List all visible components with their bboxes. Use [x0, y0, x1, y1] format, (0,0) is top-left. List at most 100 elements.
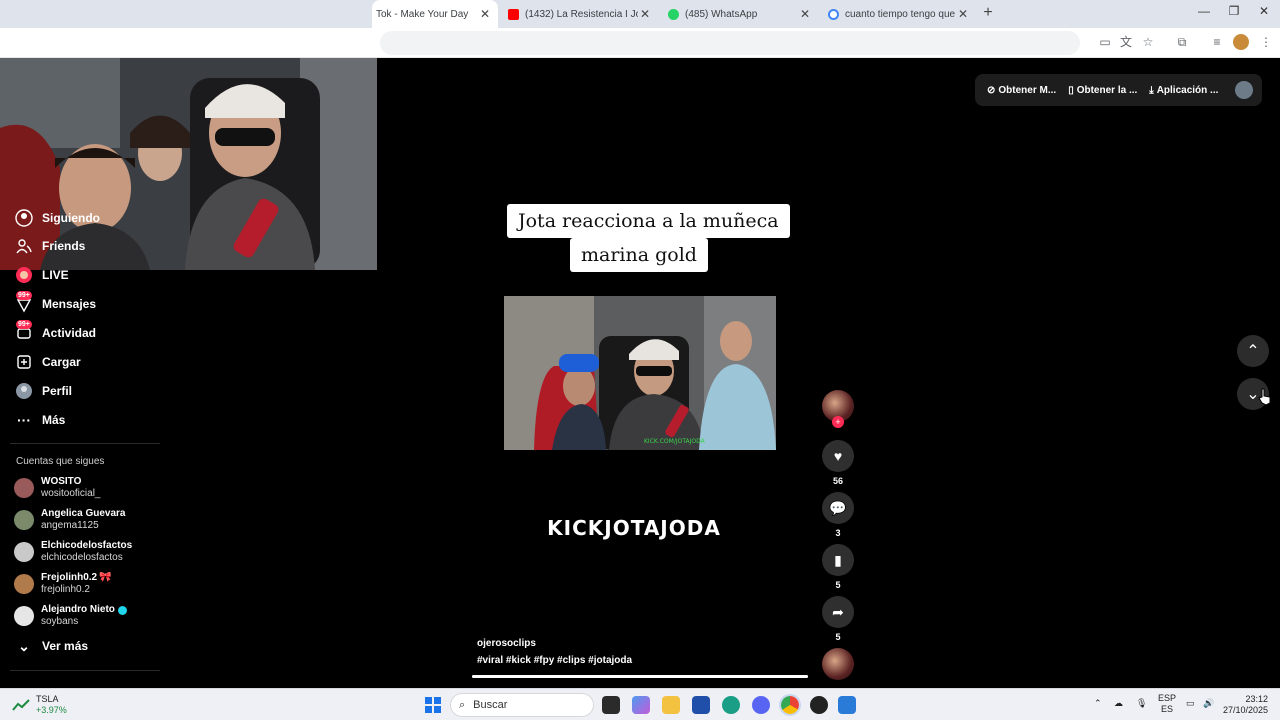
video-overlay-text: KICKJOTAJODA — [547, 516, 721, 540]
time: 23:12 — [1245, 694, 1268, 704]
see-more-label: Ver más — [42, 639, 89, 653]
like-button[interactable]: ♥ — [822, 440, 854, 472]
tab-whatsapp[interactable]: (485) WhatsApp ✕ — [660, 0, 818, 28]
previous-video-button[interactable]: ⌃ — [1237, 335, 1269, 367]
tab-tiktok[interactable]: Tok - Make Your Day ✕ — [372, 0, 498, 28]
caption-line-1: Jota reacciona a la muñeca — [507, 204, 790, 238]
discord-icon[interactable] — [752, 696, 770, 714]
sidebar-item-label: Más — [42, 413, 66, 427]
app-icon[interactable] — [838, 696, 856, 714]
video-thumbnail: KICK.COM/JOTAJODA — [504, 296, 776, 450]
search-box[interactable]: ⌕ Buscar — [450, 693, 594, 717]
cloud-icon[interactable]: ☁ — [1114, 698, 1123, 709]
close-icon[interactable]: ✕ — [798, 7, 812, 21]
tab-title: Tok - Make Your Day — [376, 8, 469, 20]
sidebar-item-siguiendo[interactable]: Siguiendo — [14, 207, 100, 229]
sidebar-item-cargar[interactable]: Cargar — [14, 351, 81, 373]
sidebar-item-perfil[interactable]: Perfil — [14, 380, 72, 402]
microphone-icon[interactable]: 🎙 — [1136, 698, 1147, 709]
sound-avatar[interactable] — [822, 648, 854, 680]
restore-icon[interactable]: ❐ — [1224, 4, 1244, 22]
followed-account[interactable]: Alejandro Nieto soybans — [14, 603, 127, 629]
video-progress-bar[interactable] — [472, 675, 808, 678]
chevron-up-icon[interactable]: ⌃ — [1094, 698, 1102, 709]
menu-icon[interactable]: ⋮ — [1258, 34, 1274, 50]
followed-account[interactable]: WOSITO wositooficial_ — [14, 475, 100, 501]
follow-plus-icon[interactable]: + — [832, 416, 844, 428]
save-count: 5 — [835, 580, 841, 590]
lang-top: ESP — [1158, 693, 1177, 703]
tab-google[interactable]: cuanto tiempo tengo que vivir ✕ — [820, 0, 976, 28]
account-name-text: Frejolinh0.2 — [41, 572, 98, 583]
sidebar-item-live[interactable]: LIVE — [14, 264, 69, 286]
close-icon[interactable]: ✕ — [478, 7, 492, 21]
divider — [10, 670, 160, 671]
account-name: Alejandro Nieto — [41, 604, 127, 616]
account-name: Frejolinh0.2 🎀 — [41, 572, 112, 584]
download-icon: ⤓ — [1149, 84, 1154, 96]
avatar[interactable] — [1235, 81, 1253, 99]
account-username: angema1125 — [41, 520, 99, 531]
obs-icon[interactable] — [810, 696, 828, 714]
video-player[interactable]: Jota reacciona a la muñeca marina gold K… — [472, 58, 808, 688]
sidebar-item-mensajes[interactable]: 99+ Mensajes — [14, 291, 97, 315]
plus-icon[interactable]: + — [980, 4, 996, 24]
store-icon[interactable] — [692, 696, 710, 714]
copilot-icon[interactable] — [632, 696, 650, 714]
share-button[interactable]: ➦ — [822, 596, 854, 628]
close-icon[interactable]: ✕ — [956, 7, 970, 21]
stock-widget[interactable]: TSLA +3.97% — [12, 694, 67, 716]
video-author[interactable]: ojerosoclips — [477, 638, 536, 649]
like-count: 56 — [832, 476, 843, 486]
edge-icon[interactable] — [722, 696, 740, 714]
clock[interactable]: 23:12 27/10/2025 — [1222, 694, 1268, 716]
comment-button[interactable]: 💬 — [822, 492, 854, 524]
sidebar-item-actividad[interactable]: 99+ Actividad — [14, 320, 97, 344]
sidebar-item-label: Actividad — [42, 326, 97, 340]
following-header: Cuentas que sigues — [16, 456, 105, 467]
media-icon[interactable]: ≡ — [1209, 34, 1225, 50]
profile-icon — [14, 381, 34, 401]
cast-icon[interactable]: ▭ — [1097, 34, 1113, 50]
close-icon[interactable]: ✕ — [638, 7, 652, 21]
date: 27/10/2025 — [1222, 705, 1268, 715]
top-actions-bar: ⊘ Obtener M... ▯ Obtener la ... ⤓ Aplicació… — [975, 74, 1262, 106]
close-window-icon[interactable]: ✕ — [1254, 4, 1274, 22]
task-view-icon[interactable] — [602, 696, 620, 714]
sidebar-item-friends[interactable]: Friends — [14, 235, 85, 257]
start-button[interactable] — [425, 697, 441, 713]
save-button[interactable]: ▮ — [822, 544, 854, 576]
network-icon[interactable]: ▭ — [1186, 698, 1195, 709]
address-bar[interactable] — [380, 31, 1080, 55]
get-app-button[interactable]: ▯ Obtener la ... — [1068, 85, 1137, 96]
volume-icon[interactable]: 🔊 — [1203, 698, 1214, 709]
download-app-button[interactable]: ⤓ Aplicación ... — [1149, 85, 1218, 96]
hand-cursor-icon — [1258, 388, 1271, 406]
sidebar: Siguiendo Friends LIVE 99+ Mensajes 99+ … — [0, 209, 160, 688]
language-indicator[interactable]: ESP ES — [1158, 693, 1176, 715]
get-coins-button[interactable]: ⊘ Obtener M... — [987, 85, 1056, 96]
translate-icon[interactable]: 文 — [1118, 34, 1134, 50]
taskbar: TSLA +3.97% ⌕ Buscar ⌃ ☁ 🎙 ESP ES ▭ 🔊 23… — [0, 688, 1280, 720]
sidebar-item-label: Mensajes — [42, 297, 97, 311]
tab-youtube[interactable]: (1432) La Resistencia I Jotajoda ✕ — [500, 0, 658, 28]
file-explorer-icon[interactable] — [662, 696, 680, 714]
extensions-icon[interactable]: ⧉ — [1174, 34, 1190, 50]
followed-account[interactable]: Angelica Guevara angema1125 — [14, 507, 125, 533]
account-username: elchicodelosfactos — [41, 552, 123, 563]
bookmark-icon: ▮ — [834, 551, 842, 568]
sidebar-item-label: Friends — [42, 239, 86, 253]
account-name: WOSITO — [41, 476, 82, 487]
followed-account[interactable]: Frejolinh0.2 🎀 frejolinh0.2 — [14, 571, 112, 597]
followed-account[interactable]: Elchicodelosfactos elchicodelosfactos — [14, 539, 132, 565]
see-more-button[interactable]: ⌄ Ver más — [14, 635, 88, 657]
profile-icon[interactable] — [1233, 34, 1249, 50]
minimize-icon[interactable]: — — [1194, 4, 1214, 22]
star-icon[interactable]: ☆ — [1140, 34, 1156, 50]
messages-icon: 99+ — [14, 291, 34, 314]
sidebar-item-label: Siguiendo — [42, 211, 100, 225]
sidebar-item-mas[interactable]: ··· Más — [14, 409, 65, 431]
progress-fill — [472, 675, 808, 678]
chrome-icon[interactable] — [779, 694, 801, 716]
video-hashtags[interactable]: #viral #kick #fpy #clips #jotajoda — [477, 655, 632, 666]
